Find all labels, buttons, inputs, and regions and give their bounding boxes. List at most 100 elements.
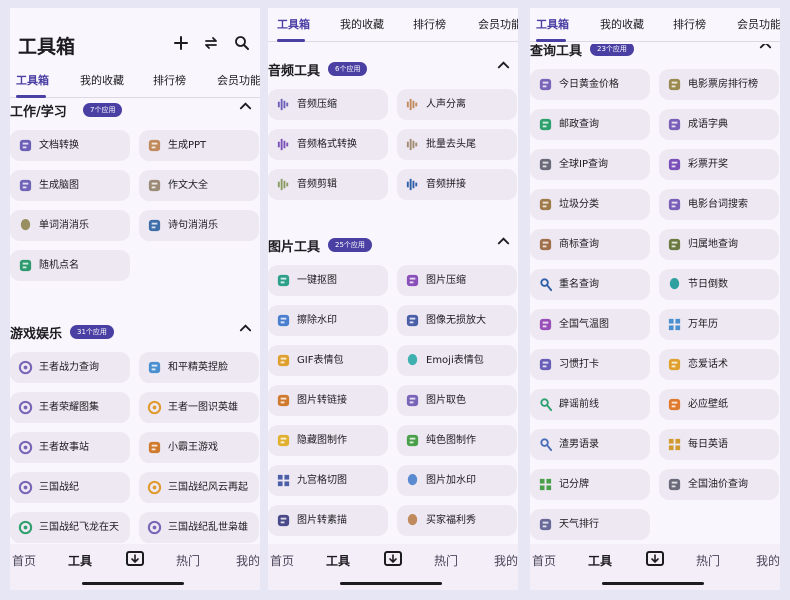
tool-tile[interactable]: 天气排行 xyxy=(530,509,650,540)
tool-tile[interactable]: 全国气温图 xyxy=(530,309,650,340)
tool-tile[interactable]: 音频压缩 xyxy=(268,89,388,120)
tool-tile[interactable]: 文档转换 xyxy=(10,130,130,161)
tool-tile[interactable]: 三国战纪 xyxy=(10,472,130,503)
tool-tile[interactable]: 音频剪辑 xyxy=(268,169,388,200)
tool-tile[interactable]: 重名查询 xyxy=(530,269,650,300)
tool-tile[interactable]: 作文大全 xyxy=(139,170,259,201)
tool-tile[interactable]: 诗句消消乐 xyxy=(139,210,259,241)
tool-tile[interactable]: 商标查询 xyxy=(530,229,650,260)
collapse-chevron-icon[interactable] xyxy=(496,58,512,74)
tool-tile[interactable]: 音频拼接 xyxy=(397,169,517,200)
collapse-chevron-icon[interactable] xyxy=(758,44,774,54)
nav-item-3[interactable]: 热门 xyxy=(434,552,458,569)
tool-tile[interactable]: 归属地查询 xyxy=(659,229,779,260)
nav-item-0[interactable]: 首页 xyxy=(270,552,294,569)
section-header[interactable]: 音频工具 6个应用 xyxy=(268,58,518,82)
tool-tile[interactable]: 电影票房排行榜 xyxy=(659,69,779,100)
tool-tile[interactable]: 人声分离 xyxy=(397,89,517,120)
tool-tile[interactable]: 图片转链接 xyxy=(268,385,388,416)
download-icon[interactable] xyxy=(126,551,144,566)
nav-item-3[interactable]: 热门 xyxy=(176,552,200,569)
nav-item-4[interactable]: 我的 xyxy=(236,552,260,569)
download-icon[interactable] xyxy=(646,551,664,566)
tab-3[interactable]: 会员功能 xyxy=(478,8,518,42)
nav-item-4[interactable]: 我的 xyxy=(494,552,518,569)
tab-3[interactable]: 会员功能 xyxy=(217,64,260,98)
section-header[interactable]: 工作/学习 7个应用 xyxy=(10,99,260,123)
tool-tile[interactable]: 图像无损放大 xyxy=(397,305,517,336)
tool-tile[interactable]: 万年历 xyxy=(659,309,779,340)
tool-tile[interactable]: 必应壁纸 xyxy=(659,389,779,420)
tool-tile[interactable]: 成语字典 xyxy=(659,109,779,140)
nav-item-1[interactable]: 工具 xyxy=(326,552,350,569)
tool-tile[interactable]: 图片压缩 xyxy=(397,265,517,296)
tool-tile[interactable]: 全国油价查询 xyxy=(659,469,779,500)
tool-tile[interactable]: 生成PPT xyxy=(139,130,259,161)
tool-tile[interactable]: 批量去头尾 xyxy=(397,129,517,160)
tool-tile[interactable]: 每日英语 xyxy=(659,429,779,460)
tool-tile[interactable]: 三国战纪乱世枭雄 xyxy=(139,512,259,543)
tab-2[interactable]: 排行榜 xyxy=(413,8,446,42)
tool-tile[interactable]: 图片取色 xyxy=(397,385,517,416)
tools-list[interactable]: 查询工具 23个应用今日黄金价格 电影票房排行榜 邮政查询 成语字典 全球IP查询 彩票开奖… xyxy=(530,44,780,544)
section-header[interactable]: 查询工具 23个应用 xyxy=(530,44,780,62)
tool-tile[interactable]: 纯色图制作 xyxy=(397,425,517,456)
tab-2[interactable]: 排行榜 xyxy=(673,8,706,42)
tool-tile[interactable]: 今日黄金价格 xyxy=(530,69,650,100)
tool-tile[interactable]: 小霸王游戏 xyxy=(139,432,259,463)
tool-tile[interactable]: 单词消消乐 xyxy=(10,210,130,241)
tool-tile[interactable]: 三国战纪飞龙在天 xyxy=(10,512,130,543)
tool-tile[interactable]: 随机点名 xyxy=(10,250,130,281)
tab-1[interactable]: 我的收藏 xyxy=(340,8,384,42)
section-header[interactable]: 游戏娱乐 31个应用 xyxy=(10,321,260,345)
tool-tile[interactable]: 彩票开奖 xyxy=(659,149,779,180)
tool-tile[interactable]: 垃圾分类 xyxy=(530,189,650,220)
tool-tile[interactable]: 节日倒数 xyxy=(659,269,779,300)
tool-tile[interactable]: 生成脑图 xyxy=(10,170,130,201)
add-icon[interactable] xyxy=(170,32,192,54)
nav-item-3[interactable]: 热门 xyxy=(696,552,720,569)
tool-tile[interactable]: 习惯打卡 xyxy=(530,349,650,380)
collapse-chevron-icon[interactable] xyxy=(496,234,512,250)
tool-tile[interactable]: 音频格式转换 xyxy=(268,129,388,160)
tool-tile[interactable]: 和平精英捏脸 xyxy=(139,352,259,383)
tab-1[interactable]: 我的收藏 xyxy=(80,64,124,98)
download-icon[interactable] xyxy=(384,551,402,566)
collapse-chevron-icon[interactable] xyxy=(238,99,254,115)
tool-tile[interactable]: 擦除水印 xyxy=(268,305,388,336)
tools-list[interactable]: 工作/学习 7个应用文档转换 生成PPT 生成脑图 作文大全 单词消消乐 诗句消消乐 随机点名… xyxy=(10,99,260,544)
tool-tile[interactable]: 记分牌 xyxy=(530,469,650,500)
nav-item-0[interactable]: 首页 xyxy=(12,552,36,569)
tool-tile[interactable]: GIF表情包 xyxy=(268,345,388,376)
tool-tile[interactable]: 王者一图识英雄 xyxy=(139,392,259,423)
tool-tile[interactable]: Emoji表情包 xyxy=(397,345,517,376)
tool-tile[interactable]: 电影台词搜索 xyxy=(659,189,779,220)
nav-item-1[interactable]: 工具 xyxy=(68,552,92,569)
tab-0[interactable]: 工具箱 xyxy=(277,8,310,42)
tool-tile[interactable]: 王者故事站 xyxy=(10,432,130,463)
tool-tile[interactable]: 王者战力查询 xyxy=(10,352,130,383)
tool-tile[interactable]: 渣男语录 xyxy=(530,429,650,460)
nav-item-4[interactable]: 我的 xyxy=(756,552,780,569)
tool-tile[interactable]: 王者荣耀图集 xyxy=(10,392,130,423)
tools-list[interactable]: 音频工具 6个应用音频压缩 人声分离 音频格式转换 批量去头尾 音频剪辑 音频拼接图片工具 2… xyxy=(268,44,518,544)
tab-0[interactable]: 工具箱 xyxy=(16,64,49,98)
nav-item-0[interactable]: 首页 xyxy=(532,552,556,569)
tool-tile[interactable]: 图片转素描 xyxy=(268,505,388,536)
tool-tile[interactable]: 邮政查询 xyxy=(530,109,650,140)
tab-0[interactable]: 工具箱 xyxy=(536,8,569,42)
tab-3[interactable]: 会员功能 xyxy=(737,8,780,42)
tool-tile[interactable]: 一键抠图 xyxy=(268,265,388,296)
section-header[interactable]: 图片工具 25个应用 xyxy=(268,234,518,258)
tool-tile[interactable]: 买家福利秀 xyxy=(397,505,517,536)
tool-tile[interactable]: 全球IP查询 xyxy=(530,149,650,180)
tool-tile[interactable]: 图片加水印 xyxy=(397,465,517,496)
swap-icon[interactable] xyxy=(200,32,222,54)
search-icon[interactable] xyxy=(231,32,253,54)
tool-tile[interactable]: 恋爱话术 xyxy=(659,349,779,380)
tab-1[interactable]: 我的收藏 xyxy=(600,8,644,42)
tool-tile[interactable]: 隐藏图制作 xyxy=(268,425,388,456)
collapse-chevron-icon[interactable] xyxy=(238,321,254,337)
tool-tile[interactable]: 辟谣前线 xyxy=(530,389,650,420)
tab-2[interactable]: 排行榜 xyxy=(153,64,186,98)
